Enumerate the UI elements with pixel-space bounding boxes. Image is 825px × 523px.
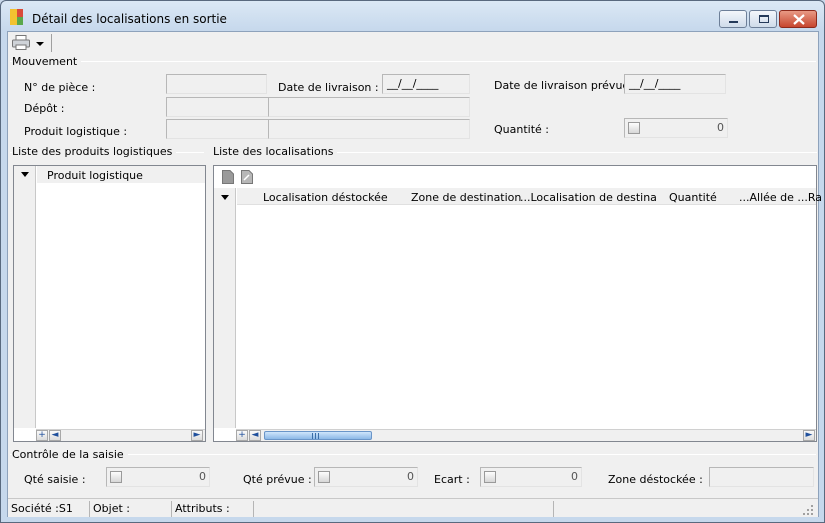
- controle-divider: [10, 454, 816, 455]
- qte-saisie-field[interactable]: 0: [106, 467, 210, 487]
- date-livraison-label: Date de livraison :: [278, 81, 379, 94]
- scroll-right-icon[interactable]: ►: [191, 430, 203, 441]
- status-societe: Société :S1: [8, 501, 90, 517]
- zone-destockee-label: Zone déstockée :: [608, 473, 703, 486]
- calculator-icon[interactable]: [110, 471, 122, 483]
- scroll-right-icon[interactable]: ►: [803, 430, 815, 441]
- date-livraison-prevue-label: Date de livraison prévue :: [494, 79, 637, 92]
- quantite-label: Quantité :: [494, 123, 549, 136]
- produit-logistique-label: Produit logistique :: [24, 125, 128, 138]
- client-area: Mouvement N° de pièce : Date de livraiso…: [7, 31, 822, 517]
- qte-prevue-label: Qté prévue :: [243, 473, 312, 486]
- status-empty-2: [554, 501, 794, 517]
- maximize-button[interactable]: [749, 10, 777, 28]
- depot-code-field[interactable]: [166, 97, 269, 117]
- depot-name-field: [268, 97, 470, 117]
- produits-section-title: Liste des produits logistiques: [12, 145, 177, 158]
- quantite-value: 0: [717, 121, 724, 134]
- calculator-icon[interactable]: [318, 471, 330, 483]
- chevron-down-icon[interactable]: [36, 42, 44, 46]
- scroll-left-icon[interactable]: ◄: [49, 430, 61, 441]
- title-bar[interactable]: Détail des localisations en sortie: [1, 1, 824, 31]
- close-icon: [793, 14, 805, 25]
- n-piece-field[interactable]: [166, 74, 267, 94]
- mouvement-section-title: Mouvement: [12, 55, 82, 68]
- controle-section-title: Contrôle de la saisie: [12, 448, 128, 461]
- scroll-thumb[interactable]: [264, 431, 372, 440]
- column-header-localisation-destockee[interactable]: Localisation déstockée: [263, 191, 388, 204]
- date-livraison-prevue-field[interactable]: __/__/____: [624, 74, 726, 94]
- mouvement-divider: [10, 61, 816, 62]
- status-empty-1: [254, 501, 554, 517]
- status-bar: Société :S1 Objet : Attributs :: [8, 498, 818, 517]
- printer-icon[interactable]: [12, 35, 30, 50]
- column-header-produit-logistique[interactable]: Produit logistique: [47, 169, 143, 182]
- column-header-localisation-destination[interactable]: ...Localisation de destina: [520, 191, 657, 204]
- localisations-hscroll[interactable]: + ◄ ►: [236, 429, 816, 441]
- scroll-left-icon[interactable]: ◄: [249, 430, 261, 441]
- add-row-button[interactable]: +: [36, 430, 48, 441]
- window: Détail des localisations en sortie Mouve…: [0, 0, 825, 523]
- depot-label: Dépôt :: [24, 102, 65, 115]
- resize-grip-icon[interactable]: [802, 504, 814, 516]
- status-attributs: Attributs :: [172, 501, 254, 517]
- copy-icon[interactable]: [222, 170, 234, 184]
- zone-destockee-field[interactable]: [709, 467, 814, 487]
- row-selector-column: [214, 188, 236, 428]
- qte-saisie-value: 0: [199, 470, 206, 483]
- toolbar-separator: [51, 34, 52, 52]
- produit-name-field: [268, 119, 470, 139]
- quantite-field[interactable]: 0: [624, 118, 728, 138]
- produits-grid-header: Produit logistique: [37, 166, 205, 183]
- app-icon: [10, 9, 26, 25]
- ecart-field[interactable]: 0: [480, 467, 582, 487]
- status-objet: Objet :: [90, 501, 172, 517]
- minimize-icon: [729, 21, 738, 23]
- chevron-down-icon[interactable]: [221, 195, 229, 200]
- minimize-button[interactable]: [719, 10, 747, 28]
- maximize-icon: [759, 15, 769, 23]
- produit-code-field[interactable]: [166, 119, 269, 139]
- toolbar: [8, 32, 818, 54]
- calculator-icon[interactable]: [484, 471, 496, 483]
- export-icon[interactable]: [241, 170, 253, 184]
- n-piece-label: N° de pièce :: [24, 81, 96, 94]
- column-header-zone-destination[interactable]: Zone de destination: [411, 191, 521, 204]
- chevron-down-icon[interactable]: [21, 172, 29, 177]
- date-livraison-field[interactable]: __/__/____: [382, 74, 470, 94]
- localisations-section-title: Liste des localisations: [213, 145, 338, 158]
- window-title: Détail des localisations en sortie: [32, 12, 227, 26]
- localisations-panel: Localisation déstockée Zone de destinati…: [213, 165, 822, 442]
- localisations-grid-header: Localisation déstockée Zone de destinati…: [237, 188, 822, 205]
- produits-grid[interactable]: Produit logistique + ◄ ►: [13, 165, 206, 442]
- ecart-value: 0: [571, 470, 578, 483]
- column-header-quantite[interactable]: Quantité: [669, 191, 717, 204]
- close-button[interactable]: [779, 10, 817, 28]
- ecart-label: Ecart :: [434, 473, 470, 486]
- produits-hscroll[interactable]: + ◄ ►: [36, 429, 205, 441]
- add-row-button[interactable]: +: [236, 430, 248, 441]
- qte-prevue-field[interactable]: 0: [314, 467, 418, 487]
- column-header-allee[interactable]: ...Allée de ...Ra: [739, 191, 822, 204]
- row-selector-column: [14, 166, 36, 428]
- qte-prevue-value: 0: [407, 470, 414, 483]
- qte-saisie-label: Qté saisie :: [24, 473, 86, 486]
- calculator-icon[interactable]: [628, 122, 640, 134]
